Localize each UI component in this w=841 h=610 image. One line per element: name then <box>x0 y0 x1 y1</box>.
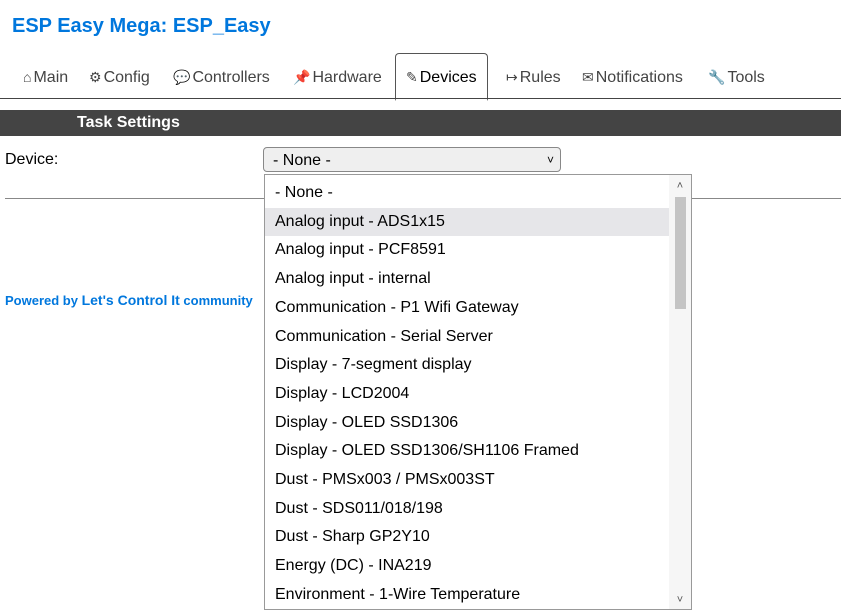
tab-controllers[interactable]: 💬 Controllers <box>173 62 270 92</box>
wrench-icon: 🔧 <box>708 69 726 85</box>
envelope-icon: ✉ <box>582 69 594 85</box>
dropdown-option[interactable]: Dust - SDS011/018/198 <box>265 495 671 524</box>
device-label: Device: <box>5 151 59 168</box>
tab-label: Tools <box>727 69 765 86</box>
pushpin-icon: 📌 <box>293 69 311 85</box>
tab-label: Controllers <box>192 69 270 86</box>
tab-config[interactable]: ⚙ Config <box>89 62 150 92</box>
dropdown-option[interactable]: Communication - P1 Wifi Gateway <box>265 294 671 323</box>
home-icon: ⌂ <box>23 69 32 85</box>
tab-label: Devices <box>419 69 477 86</box>
tabs-divider <box>0 98 841 99</box>
dropdown-option[interactable]: Display - OLED SSD1306 <box>265 409 671 438</box>
scroll-up-icon[interactable]: ˄ <box>669 177 691 195</box>
gear-icon: ⚙ <box>89 69 102 85</box>
footer-prefix: Powered by <box>5 293 82 308</box>
tab-notifications[interactable]: ✉ Notifications <box>582 62 683 92</box>
tab-main[interactable]: ⌂ Main <box>23 62 68 92</box>
dropdown-option[interactable]: Dust - Sharp GP2Y10 <box>265 523 671 552</box>
dropdown-option[interactable]: Display - LCD2004 <box>265 380 671 409</box>
tab-label: Rules <box>519 69 561 86</box>
tab-label: Config <box>103 69 150 86</box>
dropdown-option[interactable]: Energy (DC) - INA219 <box>265 552 671 581</box>
dropdown-option[interactable]: - None - <box>265 179 671 208</box>
tab-rules[interactable]: ↦ Rules <box>506 62 561 92</box>
main-nav-tabs: ⌂ Main ⚙ Config 💬 Controllers 📌 Hardware ✎ De… <box>0 52 841 101</box>
tab-label: Hardware <box>312 69 382 86</box>
tab-hardware[interactable]: 📌 Hardware <box>293 62 382 92</box>
page-title: ESP Easy Mega: ESP_Easy <box>12 15 271 37</box>
pen-icon: ✎ <box>406 69 418 85</box>
footer-suffix: community <box>179 293 253 308</box>
footer-link[interactable]: Let's Control It <box>82 292 180 308</box>
tab-tools[interactable]: 🔧 Tools <box>708 62 765 92</box>
section-title: Task Settings <box>77 114 180 131</box>
tab-label: Main <box>33 69 69 86</box>
device-select[interactable]: - None - ˅ <box>263 147 561 172</box>
section-header: Task Settings <box>0 110 841 136</box>
tab-devices[interactable]: ✎ Devices <box>395 53 488 101</box>
chat-icon: 💬 <box>173 69 191 85</box>
tab-label: Notifications <box>595 69 683 86</box>
dropdown-option[interactable]: Analog input - internal <box>265 265 671 294</box>
dropdown-option[interactable]: Communication - Serial Server <box>265 323 671 352</box>
device-select-value: - None - <box>273 152 331 169</box>
scroll-down-icon[interactable]: ˅ <box>669 591 691 609</box>
device-dropdown-list[interactable]: - None - Analog input - ADS1x15 Analog inp… <box>264 174 692 610</box>
dropdown-option[interactable]: Dust - PMSx003 / PMSx003ST <box>265 466 671 495</box>
dropdown-scrollbar[interactable]: ˄ ˅ <box>669 175 691 609</box>
footer-powered-by: Powered by Let's Control It community <box>5 292 253 308</box>
dropdown-option[interactable]: Analog input - ADS1x15 <box>265 207 671 237</box>
dropdown-option[interactable]: Environment - 1-Wire Temperature <box>265 581 671 609</box>
dropdown-option[interactable]: Display - 7-segment display <box>265 351 671 380</box>
dropdown-option[interactable]: Display - OLED SSD1306/SH1106 Framed <box>265 437 671 466</box>
arrow-right-icon: ↦ <box>506 69 518 85</box>
scroll-thumb[interactable] <box>675 197 686 309</box>
chevron-down-icon: ˅ <box>546 153 554 167</box>
dropdown-option[interactable]: Analog input - PCF8591 <box>265 236 671 265</box>
